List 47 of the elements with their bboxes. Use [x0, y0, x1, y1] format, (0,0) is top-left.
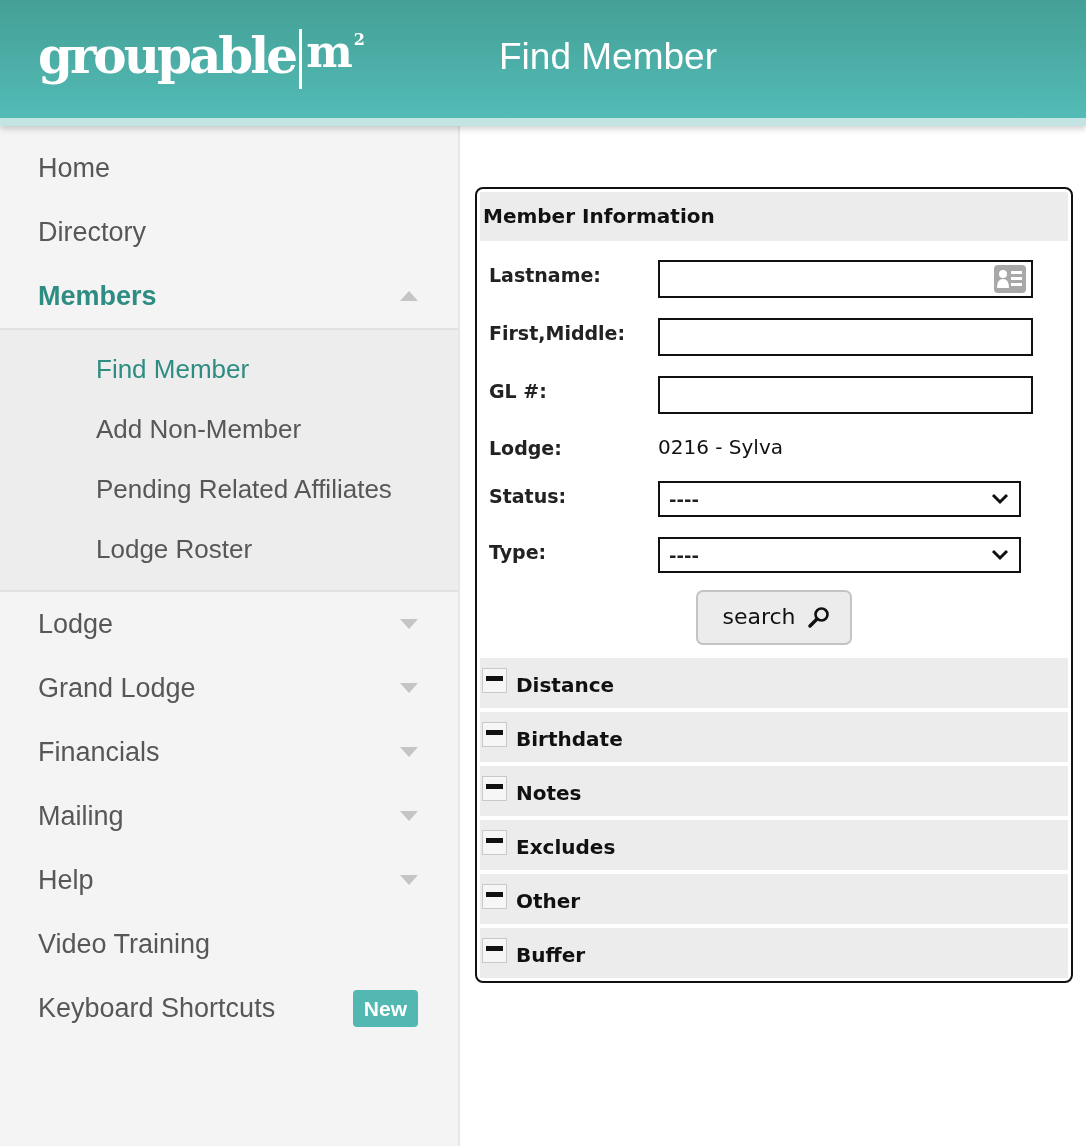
sidebar-link[interactable]: Video Training: [38, 928, 211, 960]
submenu-link[interactable]: Lodge Roster: [96, 533, 253, 565]
caret-down-icon[interactable]: [400, 683, 418, 693]
field-label: Status:: [489, 484, 568, 508]
text-field[interactable]: [658, 318, 1033, 356]
sidebar-link[interactable]: Grand Lodge: [38, 672, 196, 704]
caret-down-icon[interactable]: [400, 875, 418, 885]
submenu-link[interactable]: Find Member: [96, 353, 250, 385]
chevron-down-icon: [991, 549, 1009, 561]
logo-mark: m$^{2}$: [306, 30, 365, 74]
sidebar-link[interactable]: Members: [38, 280, 157, 312]
dropdown-select[interactable]: ----: [658, 481, 1021, 517]
field-label: First,Middle:: [489, 321, 627, 345]
caret-up-icon[interactable]: [400, 291, 418, 301]
search-icon: [807, 605, 830, 628]
page-title: Find Member: [499, 35, 717, 79]
section-toggle[interactable]: Birthdate: [480, 712, 1068, 762]
sidebar-link[interactable]: Lodge: [38, 608, 114, 640]
field-value: 0216 - Sylva: [658, 434, 784, 461]
field-label: Type:: [489, 540, 548, 564]
submenu-link[interactable]: Pending Related Affiliates: [96, 473, 392, 505]
search-button[interactable]: search: [696, 590, 852, 645]
sidebar-link[interactable]: Keyboard Shortcuts: [38, 992, 276, 1024]
dropdown-select[interactable]: ----: [658, 537, 1021, 573]
field-label: Lastname:: [489, 263, 602, 287]
caret-down-icon[interactable]: [400, 619, 418, 629]
section-toggle[interactable]: Buffer: [480, 928, 1068, 978]
panel-header: Member Information: [480, 192, 1068, 241]
text-field[interactable]: [658, 260, 1033, 298]
text-field[interactable]: [658, 376, 1033, 414]
caret-down-icon[interactable]: [400, 811, 418, 821]
caret-down-icon[interactable]: [400, 747, 418, 757]
chevron-down-icon: [991, 493, 1009, 505]
sidebar-link[interactable]: Financials: [38, 736, 160, 768]
section-toggle[interactable]: Excludes: [480, 820, 1068, 870]
sidebar-link[interactable]: Home: [38, 152, 111, 184]
section-toggle[interactable]: Distance: [480, 658, 1068, 708]
field-label: Lodge:: [489, 435, 563, 460]
sidebar-link[interactable]: Help: [38, 864, 94, 896]
section-toggle[interactable]: Other: [480, 874, 1068, 924]
field-label: GL #:: [489, 379, 548, 403]
sidebar-link[interactable]: Mailing: [38, 800, 124, 832]
new-badge: New: [352, 989, 418, 1027]
contact-card-icon[interactable]: [994, 265, 1026, 293]
sidebar-link[interactable]: Directory: [38, 216, 146, 248]
submenu-link[interactable]: Add Non-Member: [96, 413, 302, 445]
section-toggle[interactable]: Notes: [480, 766, 1068, 816]
